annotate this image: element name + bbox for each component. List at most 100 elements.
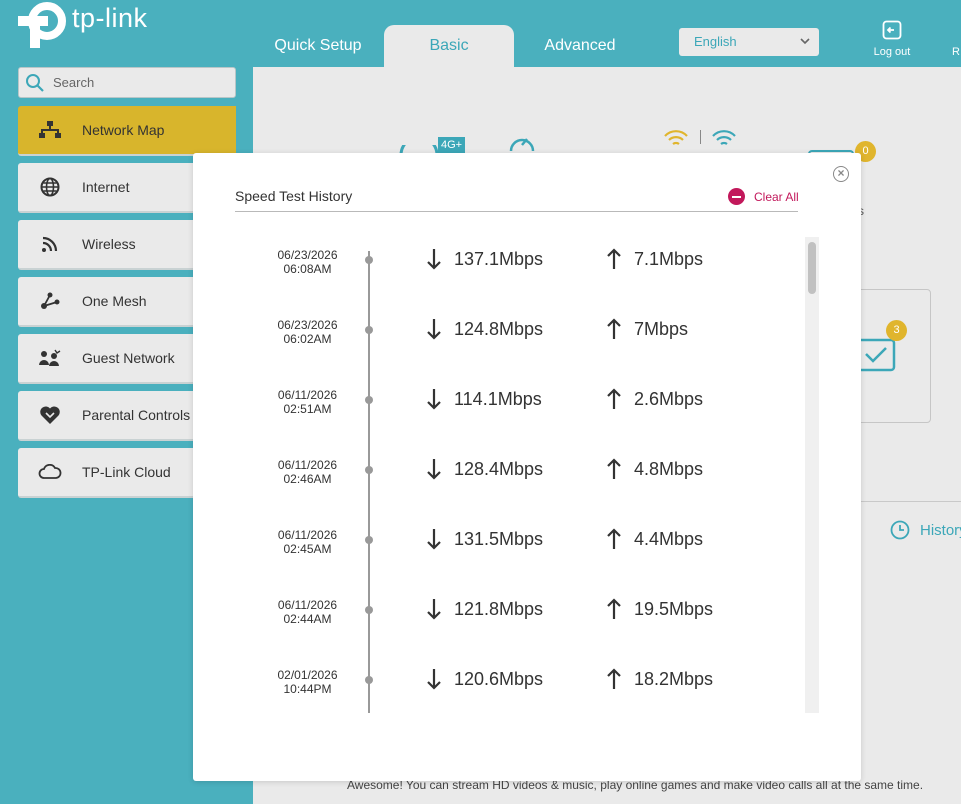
reboot-button[interactable]: R [952,20,961,58]
sidebar-item-label: TP-Link Cloud [82,464,171,480]
upload-arrow-icon [607,318,621,339]
entry-time: 06:08AM [283,262,332,276]
network-type-badge: 4G+ [438,137,466,153]
guest-network-icon [18,349,82,367]
download-speed: 137.1Mbps [454,249,544,269]
upload-arrow-icon [607,458,621,479]
language-selected: English [694,34,737,49]
logout-button[interactable]: Log out [868,20,916,58]
search-input[interactable] [53,75,223,90]
upload-speed: 7Mbps [634,319,689,339]
entry-datetime: 06/11/2026 02:45AM [255,528,360,556]
timeline-dot [365,326,373,334]
timeline-dot [365,676,373,684]
tab-quick-setup[interactable]: Quick Setup [253,25,383,67]
envelope-icon [856,338,896,372]
entry-date: 06/11/2026 [277,458,338,472]
download-arrow-icon [427,319,441,340]
download-speed: 131.5Mbps [454,529,544,549]
upload-speed: 7.1Mbps [634,249,704,269]
entry-time: 02:45AM [283,542,332,556]
upload-arrow-icon [607,668,621,689]
download-arrow-icon [427,529,441,550]
sidebar-item-label: Parental Controls [82,407,191,423]
clear-all-label: Clear All [754,189,799,204]
entry-date: 06/11/2026 [277,598,338,612]
history-entry: 06/11/2026 02:45AM 131.5Mbps 4.4Mbps [235,523,795,573]
upload-arrow-icon [607,388,621,409]
entry-datetime: 06/11/2026 02:46AM [255,458,360,486]
entry-datetime: 06/23/2026 06:02AM [255,318,360,346]
sidebar-item-label: Wireless [82,236,136,252]
history-entry: 06/11/2026 02:46AM 128.4Mbps 4.8Mbps [235,453,795,503]
reboot-label: R [952,46,960,58]
tab-basic[interactable]: Basic [384,25,514,67]
globe-icon [18,177,82,197]
brand-name: tp-link [72,2,148,33]
timeline-dot [365,256,373,264]
entry-date: 02/01/2026 [277,668,338,682]
sidebar-item-label: Network Map [82,122,165,138]
tab-advanced[interactable]: Advanced [515,25,645,67]
entry-date: 06/11/2026 [277,528,338,542]
entry-datetime: 06/11/2026 02:51AM [255,388,360,416]
sidebar-item-label: Guest Network [82,350,175,366]
reboot-icon [952,20,961,42]
modal-title: Speed Test History [235,188,353,204]
heart-icon [18,405,82,425]
history-link[interactable]: History [890,520,961,540]
entry-datetime: 06/23/2026 06:08AM [255,248,360,276]
download-arrow-icon [427,389,441,410]
entry-datetime: 02/01/2026 10:44PM [255,668,360,696]
mesh-icon [18,292,82,310]
cloud-icon [18,464,82,480]
tp-link-logo-mark [18,2,68,48]
history-entry: 06/11/2026 02:44AM 121.8Mbps 19.5Mbps [235,593,795,643]
scrollbar-thumb[interactable] [808,242,816,294]
download-speed: 124.8Mbps [454,319,544,339]
language-select[interactable]: English [679,28,819,56]
entry-date: 06/23/2026 [277,248,338,262]
upload-speed: 18.2Mbps [634,669,714,689]
wifi-5g-icon [712,130,736,145]
history-label: History [920,521,961,539]
logout-icon [882,20,902,40]
download-speed: 121.8Mbps [454,599,544,619]
speedometer-icon [509,138,535,152]
download-arrow-icon [427,249,441,270]
chevron-down-icon [799,28,811,66]
download-speed: 114.1Mbps [454,389,542,409]
timeline-dot [365,466,373,474]
upload-speed: 2.6Mbps [634,389,704,409]
logout-label: Log out [873,46,911,58]
timeline-dot [365,536,373,544]
wifi-24g-icon [664,130,688,145]
history-entry: 06/23/2026 06:08AM 137.1Mbps 7.1Mbps [235,243,795,293]
close-icon[interactable]: × [833,166,849,182]
tp-link-logo: tp-link [18,2,148,48]
speed-history-list: 06/23/2026 06:08AM 137.1Mbps 7.1Mbps 06/2… [235,237,811,713]
download-arrow-icon [427,669,441,690]
title-divider [235,211,798,212]
entry-time: 02:44AM [283,612,332,626]
entry-datetime: 06/11/2026 02:44AM [255,598,360,626]
list-scrollbar[interactable] [805,237,819,713]
entry-time: 10:44PM [283,682,332,696]
sidebar-item-label: Internet [82,179,130,195]
clear-all-button[interactable]: Clear All [728,188,799,205]
network-map-icon [18,121,82,139]
upload-arrow-icon [607,598,621,619]
history-entry: 06/23/2026 06:02AM 124.8Mbps 7Mbps [235,313,795,363]
upload-speed: 19.5Mbps [634,599,714,619]
download-arrow-icon [427,459,441,480]
upload-arrow-icon [607,248,621,269]
wifi-icon [18,235,82,253]
sidebar-item-network-map[interactable]: Network Map [18,106,236,156]
entry-time: 02:51AM [283,402,332,416]
download-speed: 120.6Mbps [454,669,544,689]
clock-icon [890,520,910,540]
entry-date: 06/11/2026 [277,388,338,402]
upload-speed: 4.8Mbps [634,459,704,479]
timeline-dot [365,606,373,614]
wifi-divider [700,130,701,144]
